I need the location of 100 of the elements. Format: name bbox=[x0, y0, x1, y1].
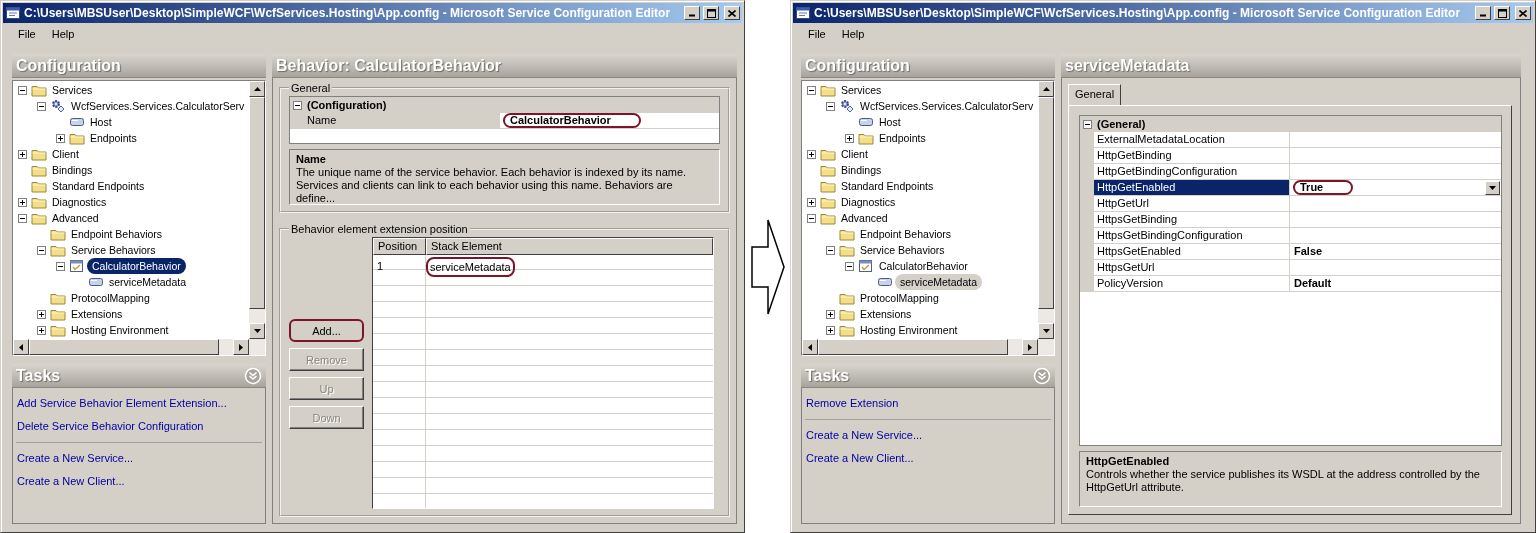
expand-toggle[interactable] bbox=[807, 149, 816, 159]
tree-view[interactable] bbox=[801, 80, 1055, 356]
task-link[interactable]: Delete Service Behavior Configuration bbox=[16, 415, 205, 438]
tab[interactable]: General bbox=[1068, 84, 1122, 105]
tree-view[interactable] bbox=[12, 80, 266, 356]
down-arrow-icon[interactable] bbox=[1042, 329, 1050, 333]
expand-toggle[interactable] bbox=[826, 309, 835, 319]
tree-item[interactable]: Service Behaviors bbox=[68, 242, 159, 258]
expand-toggle[interactable] bbox=[826, 101, 835, 111]
property-name[interactable]: HttpsGetEnabled bbox=[1094, 244, 1290, 260]
property-name[interactable]: HttpGetBinding bbox=[1094, 148, 1290, 164]
tree-item[interactable]: serviceMetadata bbox=[106, 274, 190, 290]
property-name[interactable]: HttpsGetBinding bbox=[1094, 212, 1290, 228]
expand-toggle[interactable] bbox=[37, 101, 46, 111]
tree-item[interactable]: Endpoints bbox=[87, 130, 140, 146]
horizontal-scrollbar[interactable] bbox=[802, 339, 1038, 355]
expand-toggle[interactable] bbox=[807, 85, 816, 95]
menu-item[interactable]: File bbox=[800, 26, 834, 42]
property-name[interactable]: ExternalMetadataLocation bbox=[1094, 132, 1290, 148]
tree-item[interactable]: Hosting Environment bbox=[857, 322, 961, 338]
tree-item[interactable]: WcfServices.Services.CalculatorServ bbox=[68, 98, 248, 114]
column-header[interactable]: Stack Element bbox=[426, 238, 713, 255]
task-link[interactable]: Remove Extension bbox=[805, 392, 900, 415]
minimize-button[interactable] bbox=[1475, 6, 1491, 20]
tree-item[interactable]: Extensions bbox=[68, 306, 126, 322]
expand-toggle[interactable] bbox=[1083, 119, 1092, 129]
tree-item[interactable]: Client bbox=[838, 146, 871, 162]
tree-item[interactable]: ProtocolMapping bbox=[857, 290, 942, 306]
tree-item[interactable]: CalculatorBehavior bbox=[87, 258, 186, 274]
up-arrow-icon[interactable] bbox=[253, 87, 261, 91]
down-arrow-icon[interactable] bbox=[253, 329, 261, 333]
tree-item[interactable]: Extensions bbox=[857, 306, 915, 322]
tree-item[interactable]: Service Behaviors bbox=[857, 242, 948, 258]
tree-item[interactable]: Diagnostics bbox=[49, 194, 110, 210]
tree-item[interactable]: Services bbox=[838, 82, 885, 98]
tree-item[interactable]: Client bbox=[49, 146, 82, 162]
tree-item[interactable]: Diagnostics bbox=[838, 194, 899, 210]
tree-item[interactable]: ProtocolMapping bbox=[68, 290, 153, 306]
tree-item[interactable]: CalculatorBehavior bbox=[876, 258, 971, 274]
expand-toggle[interactable] bbox=[56, 133, 65, 143]
expand-toggle[interactable] bbox=[18, 149, 27, 159]
menu-item[interactable]: Help bbox=[43, 26, 83, 42]
close-button[interactable] bbox=[1515, 6, 1531, 20]
expand-toggle[interactable] bbox=[807, 197, 816, 207]
right-arrow-icon[interactable] bbox=[1028, 343, 1032, 351]
right-arrow-icon[interactable] bbox=[239, 343, 243, 351]
property-name[interactable]: HttpsGetBindingConfiguration bbox=[1094, 228, 1290, 244]
property-name[interactable]: Name bbox=[304, 113, 500, 129]
tree-item[interactable]: Endpoint Behaviors bbox=[68, 226, 166, 242]
tree-item[interactable]: Host bbox=[87, 114, 115, 130]
expand-toggle[interactable] bbox=[37, 309, 46, 319]
task-link[interactable]: Create a New Service... bbox=[805, 424, 924, 447]
tree-item[interactable]: Endpoint Behaviors bbox=[857, 226, 955, 242]
task-link[interactable]: Create a New Client... bbox=[16, 470, 126, 493]
vertical-scrollbar[interactable] bbox=[249, 81, 265, 339]
expand-toggle[interactable] bbox=[18, 213, 27, 223]
expand-toggle[interactable] bbox=[37, 245, 46, 255]
menu-item[interactable]: File bbox=[10, 26, 44, 42]
property-name[interactable]: HttpGetUrl bbox=[1094, 196, 1290, 212]
task-link[interactable]: Create a New Service... bbox=[16, 447, 135, 470]
tree-item[interactable]: Standard Endpoints bbox=[49, 178, 148, 194]
tree-item[interactable]: serviceMetadata bbox=[895, 274, 983, 290]
horizontal-scrollbar[interactable] bbox=[13, 339, 249, 355]
expand-toggle[interactable] bbox=[18, 197, 27, 207]
tree-item[interactable]: Standard Endpoints bbox=[838, 178, 937, 194]
tree-item[interactable]: Endpoints bbox=[876, 130, 929, 146]
expand-toggle[interactable] bbox=[826, 325, 835, 335]
tree-item[interactable]: Services bbox=[49, 82, 96, 98]
tree-item[interactable]: Bindings bbox=[49, 162, 96, 178]
task-link[interactable]: Create a New Client... bbox=[805, 447, 915, 470]
property-name[interactable]: HttpGetEnabled bbox=[1094, 180, 1290, 196]
expand-toggle[interactable] bbox=[845, 133, 854, 143]
tree-item[interactable]: Advanced bbox=[49, 210, 102, 226]
property-name[interactable]: PolicyVersion bbox=[1094, 276, 1290, 292]
vertical-scrollbar[interactable] bbox=[1038, 81, 1054, 339]
expand-toggle[interactable] bbox=[18, 85, 27, 95]
tree-item[interactable]: Host bbox=[876, 114, 904, 130]
expand-toggle[interactable] bbox=[845, 261, 854, 271]
expand-toggle[interactable] bbox=[293, 100, 302, 110]
property-name[interactable]: HttpGetBindingConfiguration bbox=[1094, 164, 1290, 180]
close-button[interactable] bbox=[724, 6, 740, 20]
tree-item[interactable]: WcfServices.Services.CalculatorServ bbox=[857, 98, 1037, 114]
expand-toggle[interactable] bbox=[826, 245, 835, 255]
tree-item[interactable]: Bindings bbox=[838, 162, 885, 178]
left-arrow-icon[interactable] bbox=[19, 343, 23, 351]
tree-item[interactable]: Advanced bbox=[838, 210, 891, 226]
maximize-button[interactable] bbox=[1494, 6, 1510, 20]
expand-toggle[interactable] bbox=[807, 213, 816, 223]
expand-toggle[interactable] bbox=[37, 325, 46, 335]
left-arrow-icon[interactable] bbox=[808, 343, 812, 351]
column-header[interactable]: Position bbox=[373, 238, 426, 255]
minimize-button[interactable] bbox=[684, 6, 700, 20]
maximize-button[interactable] bbox=[703, 6, 719, 20]
menu-item[interactable]: Help bbox=[833, 26, 873, 42]
dropdown-button[interactable] bbox=[1485, 181, 1500, 195]
tree-item[interactable]: Hosting Environment bbox=[68, 322, 172, 338]
expand-toggle[interactable] bbox=[56, 261, 65, 271]
up-arrow-icon[interactable] bbox=[1042, 87, 1050, 91]
property-name[interactable]: HttpsGetUrl bbox=[1094, 260, 1290, 276]
action-button[interactable]: Add... bbox=[289, 319, 364, 342]
